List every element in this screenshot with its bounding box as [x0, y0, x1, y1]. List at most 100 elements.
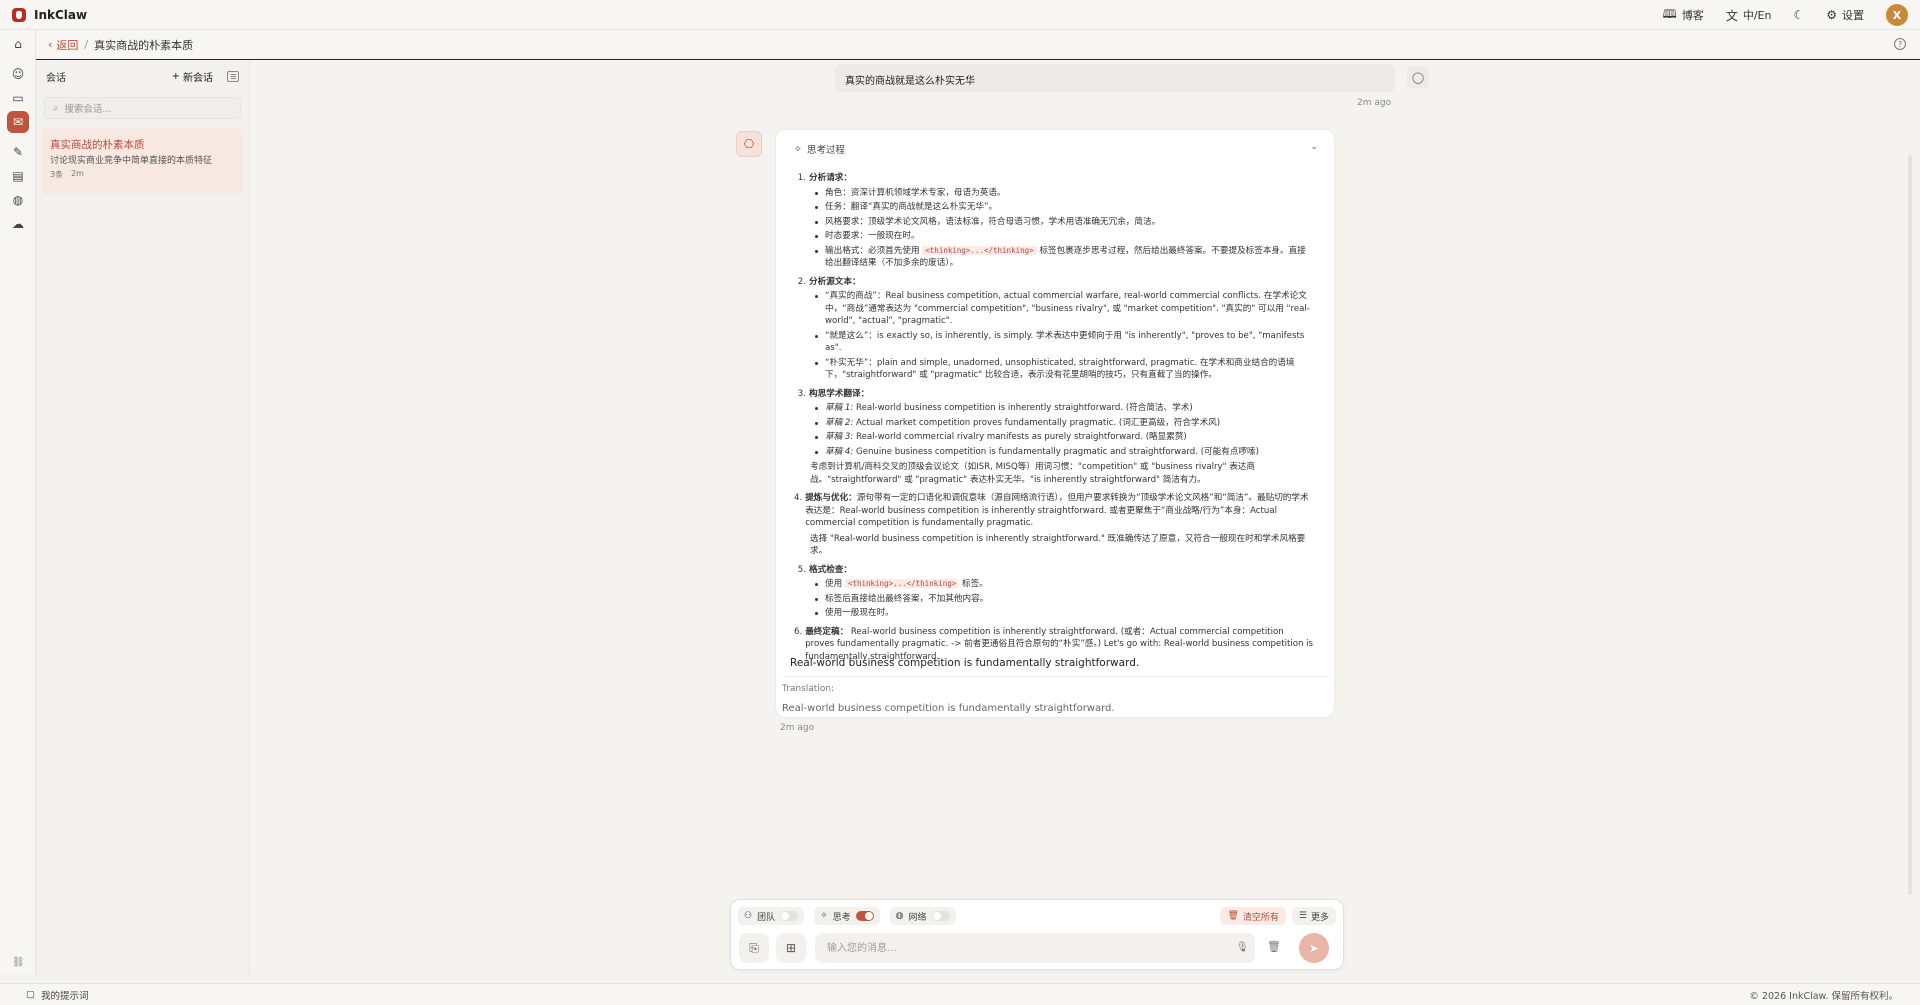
translation-text: Real-world business competition is funda… — [782, 703, 1115, 714]
session-header-label: 会话 — [46, 72, 66, 84]
user-message: 真实的商战就是这么朴实无华 — [835, 64, 1395, 92]
session-panel: 会话 + 新会话 ⌕ 搜索会话... 真实商战的朴素本质 讨论现实商业竞争中简单… — [36, 61, 250, 975]
thinking-paragraph: 考虑到计算机/商科交叉的顶级会议论文（如ISR, MISQ等）用词习惯："com… — [810, 462, 1256, 485]
brain-icon: ✧ — [794, 143, 802, 155]
thinking-toggle[interactable]: ✧ 思考过程 — [794, 142, 845, 157]
settings-button[interactable]: ⚙ 设置 — [1826, 7, 1864, 23]
list-item: 草稿 2: Actual market competition proves f… — [814, 417, 1314, 430]
user-message-time: 2m ago — [1357, 98, 1392, 108]
send-icon: ➤ — [1309, 941, 1319, 955]
translate-icon: 文 — [1725, 8, 1738, 23]
chat-icon[interactable]: ✉ — [7, 111, 29, 133]
breadcrumb: ‹ 返回 / 真实商战的朴素本质 ? — [36, 30, 1920, 60]
session-item-title: 真实商战的朴素本质 — [50, 139, 145, 151]
user-avatar[interactable]: X — [1886, 4, 1908, 26]
microphone-icon[interactable]: 🎙 — [1236, 942, 1249, 953]
document-icon[interactable]: ▤ — [7, 165, 29, 187]
new-session-button[interactable]: + 新会话 — [172, 69, 213, 84]
link-icon[interactable]: ⛓ — [12, 957, 25, 968]
sliders-icon: ☰ — [1298, 911, 1307, 921]
team-switch[interactable] — [780, 911, 799, 921]
thinking-section-title: 分析请求： — [809, 173, 852, 183]
clear-all-label: 清空所有 — [1242, 912, 1279, 923]
back-link[interactable]: ‹ 返回 — [48, 37, 78, 53]
think-switch[interactable] — [855, 911, 874, 921]
code-tag: <thinking>...</thinking> — [922, 245, 1037, 255]
grid-plus-icon: ⊞ — [785, 941, 797, 955]
list-item: 草稿 3: Real-world commercial rivalry mani… — [814, 431, 1314, 444]
list-item: “朴实无华”：plain and simple, unadorned, unso… — [814, 357, 1314, 382]
clear-all-button[interactable]: 🗑 清空所有 — [1220, 907, 1286, 925]
panel-toggle-icon[interactable] — [227, 70, 239, 82]
attach-button[interactable]: ⎘ — [739, 933, 769, 963]
session-search-placeholder: 搜索会话... — [64, 104, 112, 115]
thinking-section-title: 格式检查： — [809, 564, 852, 575]
session-search[interactable]: ⌕ 搜索会话... — [44, 97, 241, 119]
thinking-paragraph: 源句带有一定的口语化和调侃意味（源自网络流行语），但用户要求转换为“顶级学术论文… — [805, 493, 1309, 528]
language-toggle[interactable]: 文 中/En — [1726, 7, 1772, 24]
user-icon: ◯ — [1407, 66, 1429, 88]
help-icon[interactable]: ? — [1894, 38, 1906, 50]
blog-label: 博客 — [1681, 9, 1704, 22]
home-icon[interactable]: ⌂ — [7, 33, 29, 55]
blog-link[interactable]: 🕮 博客 — [1663, 5, 1704, 26]
icon-rail: ⌂ ☺ ▭ ✉ ✎ ▤ ◍ ☁ — [0, 30, 36, 975]
new-session-label: 新会话 — [183, 72, 213, 84]
footer: ▢ 我的提示词 © 2026 InkClaw. 保留所有权利。 — [0, 983, 1920, 1005]
search-icon: ⌕ — [53, 102, 59, 114]
trash-icon: 🗑 — [1227, 911, 1239, 921]
cloud-icon[interactable]: ☁ — [7, 213, 29, 235]
session-item[interactable]: 真实商战的朴素本质 讨论现实商业竞争中简单直接的本质特征 3条 2m — [42, 129, 243, 193]
web-toggle[interactable]: ◍ 网络 — [889, 907, 956, 925]
assistant-message-time: 2m ago — [780, 723, 815, 733]
chevron-left-icon: ‹ — [48, 38, 53, 51]
send-button[interactable]: ➤ — [1299, 933, 1329, 963]
list-item: 角色：资深计算机领域学术专家，母语为英语。 — [814, 187, 1314, 200]
thinking-section-title: 最终定稿： — [805, 626, 849, 637]
brand[interactable]: InkClaw — [0, 7, 200, 22]
plus-icon: + — [171, 70, 180, 82]
theme-toggle[interactable]: ☾ — [1793, 8, 1804, 22]
session-item-time: 2m — [71, 169, 84, 178]
composer: ⚇ 团队 ✧ 思考 ◍ 网络 🗑 清空所有 ☰ 更多 ⎘ ⊞ 输入您的消息...… — [730, 899, 1344, 970]
bot-icon[interactable]: ☺ — [7, 63, 29, 85]
thinking-label: 思考过程 — [806, 145, 845, 156]
team-toggle[interactable]: ⚇ 团队 — [738, 907, 805, 925]
scrollbar[interactable] — [1908, 155, 1912, 895]
gear-icon: ⚙ — [1826, 8, 1837, 22]
my-prompts-link[interactable]: ▢ 我的提示词 — [0, 988, 89, 1002]
more-label: 更多 — [1310, 912, 1329, 923]
more-button[interactable]: ☰ 更多 — [1291, 907, 1336, 925]
thinking-content: 1. 分析请求： 角色：资深计算机领域学术专家，母语为英语。 任务：翻译“真实的商… — [794, 173, 1314, 662]
list-item: 任务：翻译“真实的商战就是这么朴实无华”。 — [814, 201, 1314, 214]
breadcrumb-separator: / — [84, 38, 89, 51]
chat-area: 真实的商战就是这么朴实无华 ◯ 2m ago ⎔ ✧ 思考过程 ⌄ 1. 分析请求… — [250, 61, 1920, 975]
list-item: 使用一般现在时。 — [814, 607, 1314, 620]
list-item: 标签后直接给出最终答案，不加其他内容。 — [814, 593, 1314, 606]
bot-icon: ⎔ — [736, 131, 762, 157]
code-tag: <thinking>...</thinking> — [844, 579, 960, 588]
team-label: 团队 — [757, 912, 776, 923]
chevron-down-icon[interactable]: ⌄ — [1310, 142, 1318, 152]
edit-icon[interactable]: ✎ — [7, 141, 29, 163]
web-label: 网络 — [908, 912, 927, 923]
list-item: 时态要求：一般现在时。 — [814, 230, 1314, 243]
final-answer: Real-world business competition is funda… — [790, 657, 1140, 669]
message-input[interactable] — [815, 933, 1255, 963]
thinking-section-title: 分析源文本： — [809, 276, 861, 287]
message-icon[interactable]: ▭ — [7, 87, 29, 109]
book-icon: ▢ — [26, 989, 35, 1000]
tools-button[interactable]: ⊞ — [776, 933, 806, 963]
translation-label: Translation: — [782, 684, 835, 694]
list-item: 草稿 1: Real-world business competition is… — [814, 402, 1314, 415]
page-title: 真实商战的朴素本质 — [94, 38, 194, 52]
delete-icon[interactable]: 🗑 — [1267, 940, 1281, 953]
globe-icon: ◍ — [895, 911, 904, 921]
paperclip-icon: ⎘ — [749, 940, 759, 955]
users-icon: ⚇ — [744, 911, 753, 921]
web-switch[interactable] — [931, 911, 950, 921]
globe-icon[interactable]: ◍ — [7, 189, 29, 211]
think-toggle[interactable]: ✧ 思考 — [814, 907, 880, 925]
back-label: 返回 — [56, 38, 79, 52]
my-prompts-label: 我的提示词 — [40, 990, 89, 1002]
